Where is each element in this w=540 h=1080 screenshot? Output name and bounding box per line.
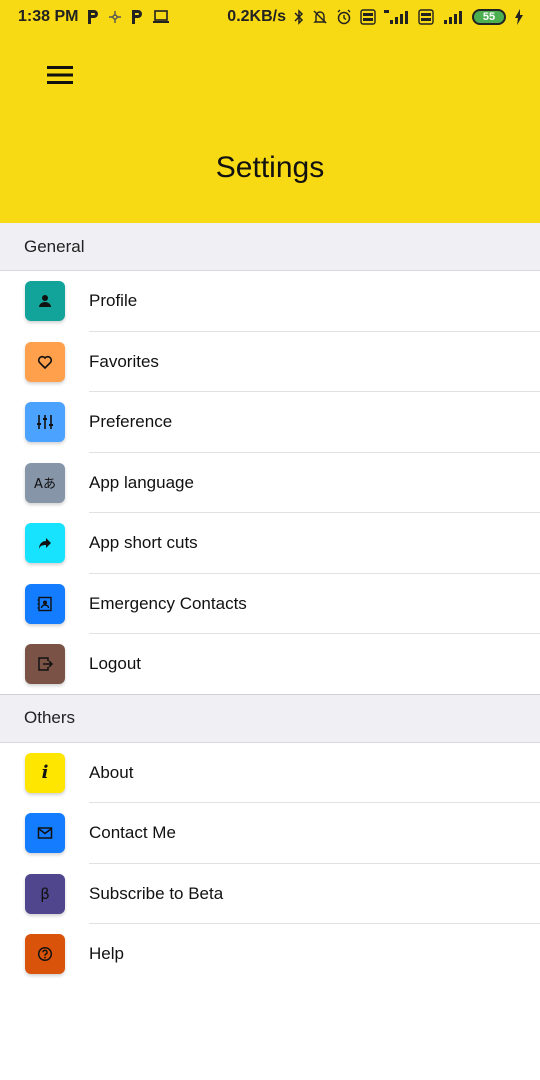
settings-item-preference[interactable]: Preference bbox=[0, 392, 540, 453]
status-bar: 1:38 PM 0.2KB/s 55 bbox=[0, 0, 540, 33]
settings-item-subscribe-beta[interactable]: β Subscribe to Beta bbox=[0, 864, 540, 924]
share-arrow-icon bbox=[39, 538, 51, 549]
person-icon bbox=[39, 295, 51, 307]
settings-item-label: Contact Me bbox=[89, 823, 176, 843]
info-icon: i bbox=[41, 762, 49, 783]
settings-item-favorites[interactable]: Favorites bbox=[0, 332, 540, 392]
settings-item-emergency-contacts[interactable]: Emergency Contacts bbox=[0, 574, 540, 634]
section-header-general: General bbox=[0, 223, 540, 271]
contact-me-tile bbox=[25, 813, 65, 853]
signal-4g-icon bbox=[384, 9, 410, 25]
parking-app-icon-2 bbox=[130, 9, 144, 25]
logout-icon bbox=[38, 657, 53, 671]
fan-icon bbox=[108, 10, 122, 24]
row-divider bbox=[0, 693, 540, 695]
battery-indicator: 55 bbox=[472, 8, 506, 25]
preference-tile bbox=[25, 402, 65, 442]
parking-app-icon bbox=[86, 9, 100, 25]
laptop-icon bbox=[152, 9, 170, 24]
settings-item-label: About bbox=[89, 762, 134, 782]
settings-item-app-language[interactable]: Aあ App language bbox=[0, 453, 540, 513]
app-language-tile: Aあ bbox=[25, 462, 65, 503]
settings-item-label: Help bbox=[89, 944, 124, 964]
settings-item-contact-me[interactable]: Contact Me bbox=[0, 803, 540, 864]
hamburger-icon bbox=[47, 66, 73, 84]
mail-icon bbox=[37, 827, 53, 839]
network-speed: 0.2KB/s bbox=[227, 7, 286, 25]
favorites-tile bbox=[25, 341, 65, 382]
settings-item-label: Emergency Contacts bbox=[89, 593, 247, 613]
about-tile: i bbox=[25, 752, 65, 793]
app-short-cuts-tile bbox=[25, 523, 65, 563]
settings-item-label: App language bbox=[89, 472, 194, 492]
settings-item-label: Profile bbox=[89, 291, 138, 311]
alarm-icon bbox=[336, 9, 352, 25]
mute-bell-icon bbox=[312, 9, 328, 25]
status-bar-left: 1:38 PM bbox=[18, 8, 170, 26]
translate-icon: Aあ bbox=[34, 477, 56, 492]
charging-icon bbox=[514, 8, 524, 25]
status-bar-right: 0.2KB/s 55 bbox=[227, 8, 524, 26]
settings-item-help[interactable]: Help bbox=[0, 924, 540, 985]
contacts-icon bbox=[37, 596, 52, 611]
subscribe-beta-tile: β bbox=[25, 873, 65, 914]
section-header-others: Others bbox=[0, 694, 540, 743]
settings-list: General Profile Favorites Preference Aあ … bbox=[0, 223, 540, 985]
settings-item-label: Favorites bbox=[89, 351, 159, 371]
settings-item-label: Subscribe to Beta bbox=[89, 883, 224, 903]
settings-item-label: App short cuts bbox=[89, 533, 198, 553]
help-icon bbox=[37, 946, 53, 962]
signal-icon bbox=[442, 9, 464, 25]
bluetooth-icon bbox=[294, 8, 304, 25]
logout-tile bbox=[25, 644, 65, 684]
hamburger-menu-button[interactable] bbox=[36, 55, 86, 95]
profile-tile bbox=[25, 281, 65, 321]
beta-icon: β bbox=[40, 884, 50, 903]
settings-item-label: Logout bbox=[89, 654, 141, 674]
settings-item-logout[interactable]: Logout bbox=[0, 634, 540, 695]
volte-icon-2 bbox=[418, 8, 434, 25]
volte-icon bbox=[360, 8, 376, 25]
settings-item-app-short-cuts[interactable]: App short cuts bbox=[0, 513, 540, 574]
sliders-icon bbox=[37, 415, 53, 429]
app-bar: Settings bbox=[0, 33, 540, 223]
settings-item-label: Preference bbox=[89, 412, 173, 432]
emergency-contacts-tile bbox=[25, 583, 65, 624]
page-title: Settings bbox=[215, 151, 325, 184]
help-tile bbox=[25, 934, 65, 974]
settings-item-about[interactable]: i About bbox=[0, 743, 540, 803]
settings-item-profile[interactable]: Profile bbox=[0, 271, 540, 332]
status-time: 1:38 PM bbox=[18, 7, 79, 25]
heart-icon bbox=[37, 355, 53, 369]
